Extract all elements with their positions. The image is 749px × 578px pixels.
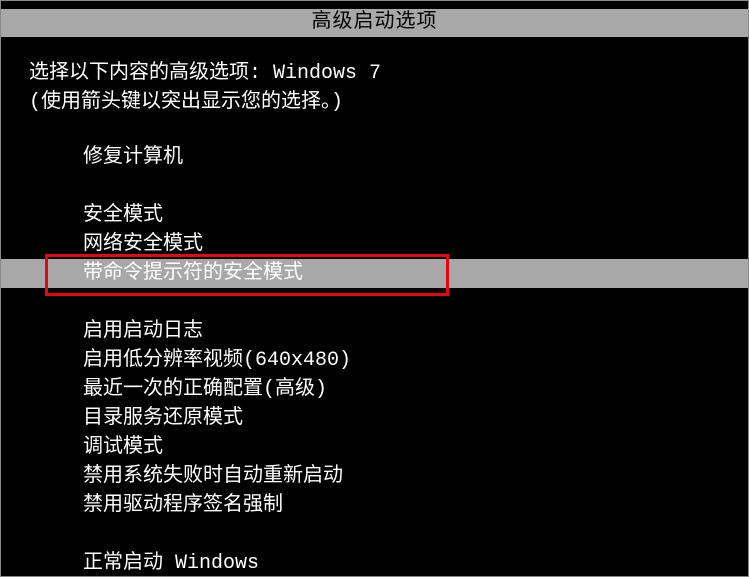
boot-menu-screen: 高级启动选项 选择以下内容的高级选项: Windows 7 (使用箭头键以突出显… [0,0,749,577]
content-area: 选择以下内容的高级选项: Windows 7 (使用箭头键以突出显示您的选择。)… [1,37,748,578]
option-safe-mode-networking[interactable]: 网络安全模式 [83,230,748,259]
option-safe-mode-cmd[interactable]: 带命令提示符的安全模式 [1,259,748,288]
option-boot-logging[interactable]: 启用启动日志 [83,317,748,346]
option-low-res-video[interactable]: 启用低分辨率视频(640x480) [83,346,748,375]
option-start-normally[interactable]: 正常启动 Windows [83,549,748,578]
spacer [83,288,748,317]
prompt-line-2: (使用箭头键以突出显示您的选择。) [29,88,748,117]
option-safe-mode-cmd-label: 带命令提示符的安全模式 [83,259,748,288]
spacer [83,520,748,549]
option-safe-mode[interactable]: 安全模式 [83,201,748,230]
title-bar: 高级启动选项 [1,9,748,37]
boot-options-menu: 修复计算机 安全模式 网络安全模式 带命令提示符的安全模式 启用启动日志 启用低… [83,143,748,578]
option-disable-driver-sig[interactable]: 禁用驱动程序签名强制 [83,491,748,520]
option-ds-restore[interactable]: 目录服务还原模式 [83,404,748,433]
option-repair-computer[interactable]: 修复计算机 [83,143,748,172]
option-debug-mode[interactable]: 调试模式 [83,433,748,462]
option-last-known-good[interactable]: 最近一次的正确配置(高级) [83,375,748,404]
spacer [83,172,748,201]
prompt-line-1: 选择以下内容的高级选项: Windows 7 [29,59,748,88]
option-disable-auto-restart[interactable]: 禁用系统失败时自动重新启动 [83,462,748,491]
